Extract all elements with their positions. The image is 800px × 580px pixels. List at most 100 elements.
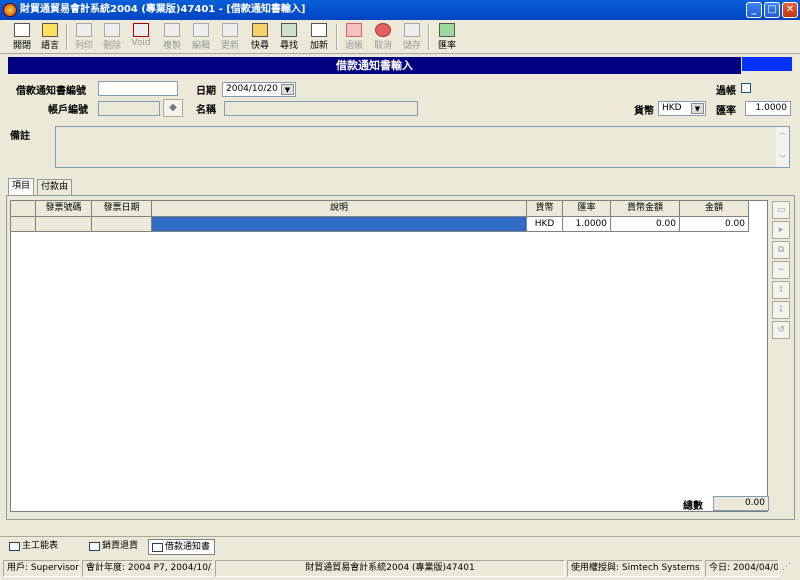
delete-icon xyxy=(104,23,120,37)
date-picker[interactable]: 2004/10/20 ▼ xyxy=(222,82,296,97)
exit-icon xyxy=(14,23,30,37)
add-row-icon: ▭ xyxy=(776,205,786,215)
grid-cell-invoice-date[interactable] xyxy=(92,217,152,232)
window-tab-sales-return[interactable]: 銷貨退貨 xyxy=(86,539,142,555)
close-button[interactable]: ✕ xyxy=(782,2,798,18)
resize-grip-icon[interactable]: ⋰ xyxy=(782,562,796,576)
column-header-currency[interactable]: 貨幣 xyxy=(527,201,563,217)
maximize-button[interactable]: □ xyxy=(764,2,780,18)
delete-row-icon: − xyxy=(777,265,785,275)
rate-input[interactable]: 1.0000 xyxy=(745,101,791,116)
column-header-invoice-date[interactable]: 發票日期 xyxy=(92,201,152,217)
move-up-button[interactable]: ⇧ xyxy=(772,281,790,299)
status-fiscal-year: 會計年度: 2004 P7, 2004/10/20 xyxy=(82,560,213,577)
toolbar-post-button[interactable]: 過帳 xyxy=(342,23,366,51)
account-lookup-button[interactable]: ◆ xyxy=(163,99,183,117)
grid-cell-rate[interactable]: 1.0000 xyxy=(563,217,611,232)
move-down-icon: ⇩ xyxy=(777,305,785,315)
toolbar-language-button[interactable]: 語言 xyxy=(38,23,62,51)
toolbar-exit-button[interactable]: 開閉 xyxy=(10,23,34,51)
window-tab-loan-notice[interactable]: 借款通知書 xyxy=(148,539,216,555)
grid-cell-invoice-no[interactable] xyxy=(36,217,92,232)
grid-cell-currency-amount[interactable]: 0.00 xyxy=(611,217,680,232)
toolbar-print-button[interactable]: 列印 xyxy=(72,23,96,51)
window-icon xyxy=(152,543,163,552)
rate-label: 匯率 xyxy=(716,106,736,117)
toolbar-find-button[interactable]: 尋找 xyxy=(277,23,301,51)
chevron-down-icon[interactable]: ▼ xyxy=(281,84,294,95)
toolbar-void-button[interactable]: Void xyxy=(128,23,154,51)
column-header-currency-amount[interactable]: 貨幣金額 xyxy=(611,201,680,217)
app-icon[interactable] xyxy=(3,3,17,17)
window-title-bar: 財貿通貿易會計系統2004 (專業版)47401 - [借款通知書輸入] xyxy=(0,0,800,20)
grid-cell-currency[interactable]: HKD xyxy=(527,217,563,232)
toolbar-new-button[interactable]: 加新 xyxy=(307,23,331,51)
refresh-row-button[interactable]: ↺ xyxy=(772,321,790,339)
currency-select[interactable]: HKD ▼ xyxy=(658,101,706,116)
window-tab-main-menu[interactable]: 主工能表 xyxy=(6,539,62,555)
lookup-icon: ◆ xyxy=(169,102,177,113)
print-icon xyxy=(76,23,92,37)
toolbar-cancel-button[interactable]: 取消 xyxy=(371,23,395,51)
status-license: 使用權授與: Simtech Systems Ltd. xyxy=(567,560,703,577)
grid-cell-description[interactable] xyxy=(152,217,527,232)
insert-row-button[interactable]: ▸ xyxy=(772,221,790,239)
toolbar-delete-button[interactable]: 刪除 xyxy=(100,23,124,51)
date-value: 2004/10/20 xyxy=(226,84,278,94)
remarks-textarea[interactable] xyxy=(55,126,790,168)
currency-value: HKD xyxy=(662,103,682,113)
toolbar-copy-button[interactable]: 複製 xyxy=(160,23,184,51)
toolbar-save-button[interactable]: 儲存 xyxy=(400,23,424,51)
notice-number-input[interactable] xyxy=(98,81,178,96)
notice-number-label: 借款通知書編號 xyxy=(16,86,86,97)
window-icon xyxy=(89,542,100,551)
form-title: 借款通知書輸入 xyxy=(8,57,741,74)
window-title: 財貿通貿易會計系統2004 (專業版)47401 - [借款通知書輸入] xyxy=(20,4,306,15)
total-value: 0.00 xyxy=(713,496,769,511)
window-icon xyxy=(9,542,20,551)
row-indicator[interactable] xyxy=(11,217,36,232)
delete-row-button[interactable]: − xyxy=(772,261,790,279)
move-down-button[interactable]: ⇩ xyxy=(772,301,790,319)
chevron-down-icon[interactable]: ▼ xyxy=(691,103,704,114)
remarks-scrollbar[interactable]: ︿ ﹀ xyxy=(776,127,789,167)
posted-checkbox[interactable] xyxy=(741,83,751,93)
currency-label: 貨幣 xyxy=(634,106,654,117)
find-icon xyxy=(281,23,297,37)
void-icon xyxy=(133,23,149,37)
refresh-row-icon: ↺ xyxy=(777,325,785,335)
toolbar: 開閉 語言 列印 刪除 Void 複製 編輯 更新 快尋 尋找 加新 過帳 取消… xyxy=(0,20,800,54)
edit-icon xyxy=(193,23,209,37)
toolbar-edit-button[interactable]: 編輯 xyxy=(189,23,213,51)
new-icon xyxy=(311,23,327,37)
save-icon xyxy=(404,23,420,37)
status-app-name: 財貿通貿易會計系統2004 (專業版)47401 xyxy=(215,560,565,577)
toolbar-refresh-button[interactable]: 更新 xyxy=(218,23,242,51)
exchange-rate-icon xyxy=(439,23,455,37)
tab-payment-from[interactable]: 付款由 xyxy=(37,179,73,195)
status-today: 今日: 2004/04/01 xyxy=(705,560,779,577)
column-header-amount[interactable]: 金額 xyxy=(680,201,749,217)
tab-items[interactable]: 項目 xyxy=(8,178,35,195)
account-number-input[interactable] xyxy=(98,101,160,116)
minimize-button[interactable]: _ xyxy=(746,2,762,18)
column-header-rate[interactable]: 匯率 xyxy=(563,201,611,217)
add-row-button[interactable]: ▭ xyxy=(772,201,790,219)
form-status-indicator xyxy=(742,57,792,71)
grid-corner xyxy=(11,201,36,217)
copy-row-button[interactable]: ⧉ xyxy=(772,241,790,259)
column-header-invoice-no[interactable]: 發票號碼 xyxy=(36,201,92,217)
grid-cell-amount[interactable]: 0.00 xyxy=(680,217,749,232)
toolbar-exchange-rate-button[interactable]: 匯率 xyxy=(434,23,460,51)
scroll-down-icon[interactable]: ﹀ xyxy=(776,154,789,164)
column-header-description[interactable]: 說明 xyxy=(152,201,527,217)
name-input[interactable] xyxy=(224,101,418,116)
cancel-icon xyxy=(375,23,391,37)
posted-label: 過帳 xyxy=(716,86,736,97)
toolbar-quick-find-button[interactable]: 快尋 xyxy=(248,23,272,51)
date-label: 日期 xyxy=(196,86,216,97)
items-grid[interactable]: 發票號碼 發票日期 說明 貨幣 匯率 貨幣金額 金額 HKD 1.0000 0.… xyxy=(10,200,768,512)
account-number-label: 帳戶編號 xyxy=(48,105,88,116)
total-label: 總數 xyxy=(683,501,703,512)
scroll-up-icon[interactable]: ︿ xyxy=(776,127,789,137)
